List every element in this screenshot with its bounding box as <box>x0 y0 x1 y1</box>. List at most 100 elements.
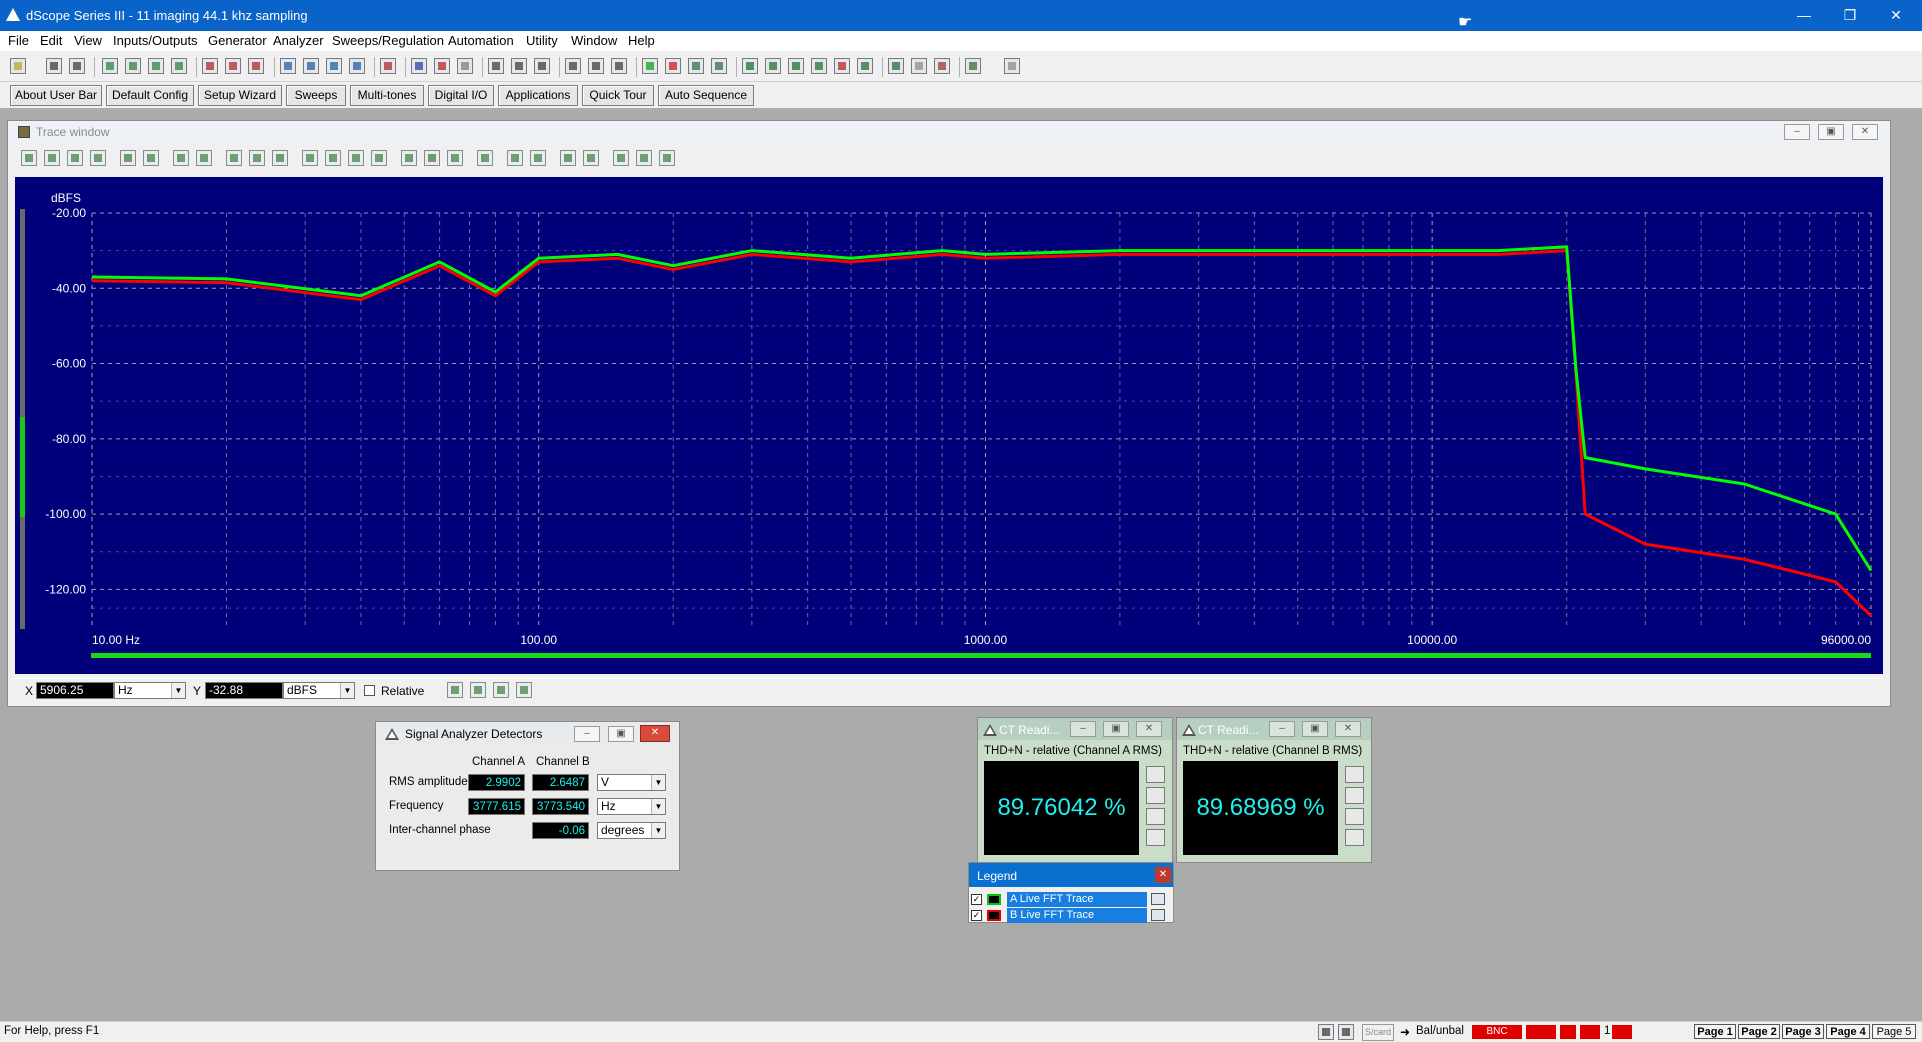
about-user-bar-button[interactable]: About User Bar <box>10 85 102 106</box>
trace-math-icon[interactable] <box>659 150 675 166</box>
ct-b-log-icon[interactable] <box>1345 808 1364 825</box>
page-1-tab[interactable]: Page 1 <box>1694 1024 1736 1039</box>
trace-search-icon[interactable] <box>401 150 417 166</box>
output-icon[interactable] <box>102 58 118 74</box>
ct-b-expand-icon[interactable] <box>1345 829 1364 846</box>
trace-scale-icon[interactable] <box>226 150 242 166</box>
chevron-down-icon[interactable]: ▼ <box>651 823 665 838</box>
restore-icon[interactable]: ❐ <box>1827 0 1873 31</box>
ct-a-expand-icon[interactable] <box>1146 829 1165 846</box>
y-unit-select[interactable]: dBFS ▼ <box>283 682 355 699</box>
trace-window[interactable]: Trace window – ▣ ✕ -20.00 -40.00 -60.00 … <box>7 120 1891 707</box>
input-range-icon[interactable] <box>349 58 365 74</box>
legend-item[interactable]: ✓ B Live FFT Trace <box>971 908 1171 923</box>
ct-a-digits-icon[interactable] <box>1146 766 1165 783</box>
record-red-icon[interactable] <box>665 58 681 74</box>
trace-window-caption[interactable]: Trace window – ▣ ✕ <box>8 121 1890 143</box>
signal-analyzer-detectors-window[interactable]: Signal Analyzer Detectors – ▣ ✕ Channel … <box>375 721 680 871</box>
save-all-icon[interactable] <box>69 58 85 74</box>
macro-icon[interactable] <box>934 58 950 74</box>
signal-icon[interactable] <box>534 58 550 74</box>
trace-copy-icon[interactable] <box>90 150 106 166</box>
trace-compare-icon[interactable] <box>765 58 781 74</box>
trace-restore-icon[interactable]: ▣ <box>1818 124 1844 140</box>
page-4-tab[interactable]: Page 4 <box>1826 1024 1870 1039</box>
x-unit-select[interactable]: Hz ▼ <box>114 682 186 699</box>
legend-b-label[interactable]: B Live FFT Trace <box>1007 908 1147 923</box>
trace-peak-icon[interactable] <box>325 150 341 166</box>
cursor-delta-icon[interactable] <box>493 682 509 698</box>
menu-file[interactable]: File <box>8 33 29 48</box>
page-2-tab[interactable]: Page 2 <box>1738 1024 1780 1039</box>
input-channels-icon[interactable] <box>326 58 342 74</box>
trace-zoom-out-icon[interactable] <box>44 150 60 166</box>
analyzer-icon[interactable] <box>411 58 427 74</box>
menu-view[interactable]: View <box>74 33 102 48</box>
input-icon[interactable] <box>280 58 296 74</box>
cursor-settings-icon[interactable] <box>516 682 532 698</box>
output-channels-icon[interactable] <box>148 58 164 74</box>
trace-search-next-icon[interactable] <box>424 150 440 166</box>
legend-b-checkbox[interactable]: ✓ <box>971 910 982 921</box>
menu-edit[interactable]: Edit <box>40 33 62 48</box>
legend-window[interactable]: Legend ✕ ✓ A Live FFT Trace ✓ B Live FFT… <box>968 862 1174 923</box>
trace-split-icon[interactable] <box>560 150 576 166</box>
cross-icon[interactable] <box>834 58 850 74</box>
menu-help[interactable]: Help <box>628 33 655 48</box>
close-icon[interactable]: ✕ <box>1873 0 1919 31</box>
legend-item[interactable]: ✓ A Live FFT Trace <box>971 892 1171 907</box>
chevron-down-icon[interactable]: ▼ <box>171 683 185 698</box>
x-cursor-value[interactable]: 5906.25 <box>36 682 114 699</box>
sweeps-button[interactable]: Sweeps <box>286 85 346 106</box>
trace-valley-icon[interactable] <box>348 150 364 166</box>
detectors-minimize-icon[interactable]: – <box>574 726 600 742</box>
minimize-icon[interactable]: — <box>1781 0 1827 31</box>
trace-grid-icon[interactable] <box>196 150 212 166</box>
cursor-move-icon[interactable] <box>470 682 486 698</box>
trace-pan-icon[interactable] <box>583 150 599 166</box>
detector-b-icon[interactable] <box>611 58 627 74</box>
trace-zoom-in-icon[interactable] <box>21 150 37 166</box>
legend-close-icon[interactable]: ✕ <box>1155 867 1171 883</box>
relative-checkbox[interactable] <box>364 685 375 696</box>
trace-fit-icon[interactable] <box>249 150 265 166</box>
auto-sequence-button[interactable]: Auto Sequence <box>658 85 754 106</box>
legend-a-checkbox[interactable]: ✓ <box>971 894 982 905</box>
histogram-icon[interactable] <box>788 58 804 74</box>
open-icon[interactable] <box>10 58 26 74</box>
legend-b-properties-icon[interactable] <box>1151 909 1165 921</box>
generator-mode-icon[interactable] <box>248 58 264 74</box>
trace-properties-icon[interactable] <box>173 150 189 166</box>
ct-b-digits-icon[interactable] <box>1345 766 1364 783</box>
multi-tones-button[interactable]: Multi-tones <box>350 85 424 106</box>
chart-icon[interactable] <box>857 58 873 74</box>
menu-inputs-outputs[interactable]: Inputs/Outputs <box>113 33 198 48</box>
trace-average-icon[interactable] <box>636 150 652 166</box>
cursor-add-icon[interactable] <box>447 682 463 698</box>
input-settings-icon[interactable] <box>303 58 319 74</box>
setup-wizard-button[interactable]: Setup Wizard <box>198 85 282 106</box>
chevron-down-icon[interactable]: ▼ <box>651 799 665 814</box>
script-icon[interactable] <box>888 58 904 74</box>
legend-a-label[interactable]: A Live FFT Trace <box>1007 892 1147 907</box>
frequency-unit-select[interactable]: Hz ▼ <box>597 798 666 815</box>
ct-b-close-icon[interactable]: ✕ <box>1335 721 1361 737</box>
trace-minimize-icon[interactable]: – <box>1784 124 1810 140</box>
menu-utility[interactable]: Utility <box>526 33 558 48</box>
legend-caption[interactable]: Legend ✕ <box>969 863 1173 887</box>
scope-icon[interactable] <box>488 58 504 74</box>
ct-reader-b-window[interactable]: CT Readi... – ▣ ✕ THD+N - relative (Chan… <box>1176 717 1372 863</box>
trace-left-icon[interactable] <box>302 150 318 166</box>
analyzer-disabled-icon[interactable] <box>457 58 473 74</box>
y-cursor-value[interactable]: -32.88 <box>205 682 283 699</box>
quick-tour-button[interactable]: Quick Tour <box>582 85 654 106</box>
applications-button[interactable]: Applications <box>498 85 578 106</box>
ct-a-close-icon[interactable]: ✕ <box>1136 721 1162 737</box>
sweep-icon[interactable] <box>688 58 704 74</box>
sweep-settings-icon[interactable] <box>711 58 727 74</box>
trace-cursor-icon[interactable] <box>477 150 493 166</box>
fft-chart[interactable]: -20.00 -40.00 -60.00 -80.00 -100.00 -120.00 10… <box>15 177 1883 674</box>
ct-a-log-icon[interactable] <box>1146 808 1165 825</box>
menu-sweeps-regulation[interactable]: Sweeps/Regulation <box>332 33 444 48</box>
detector-icon[interactable] <box>565 58 581 74</box>
